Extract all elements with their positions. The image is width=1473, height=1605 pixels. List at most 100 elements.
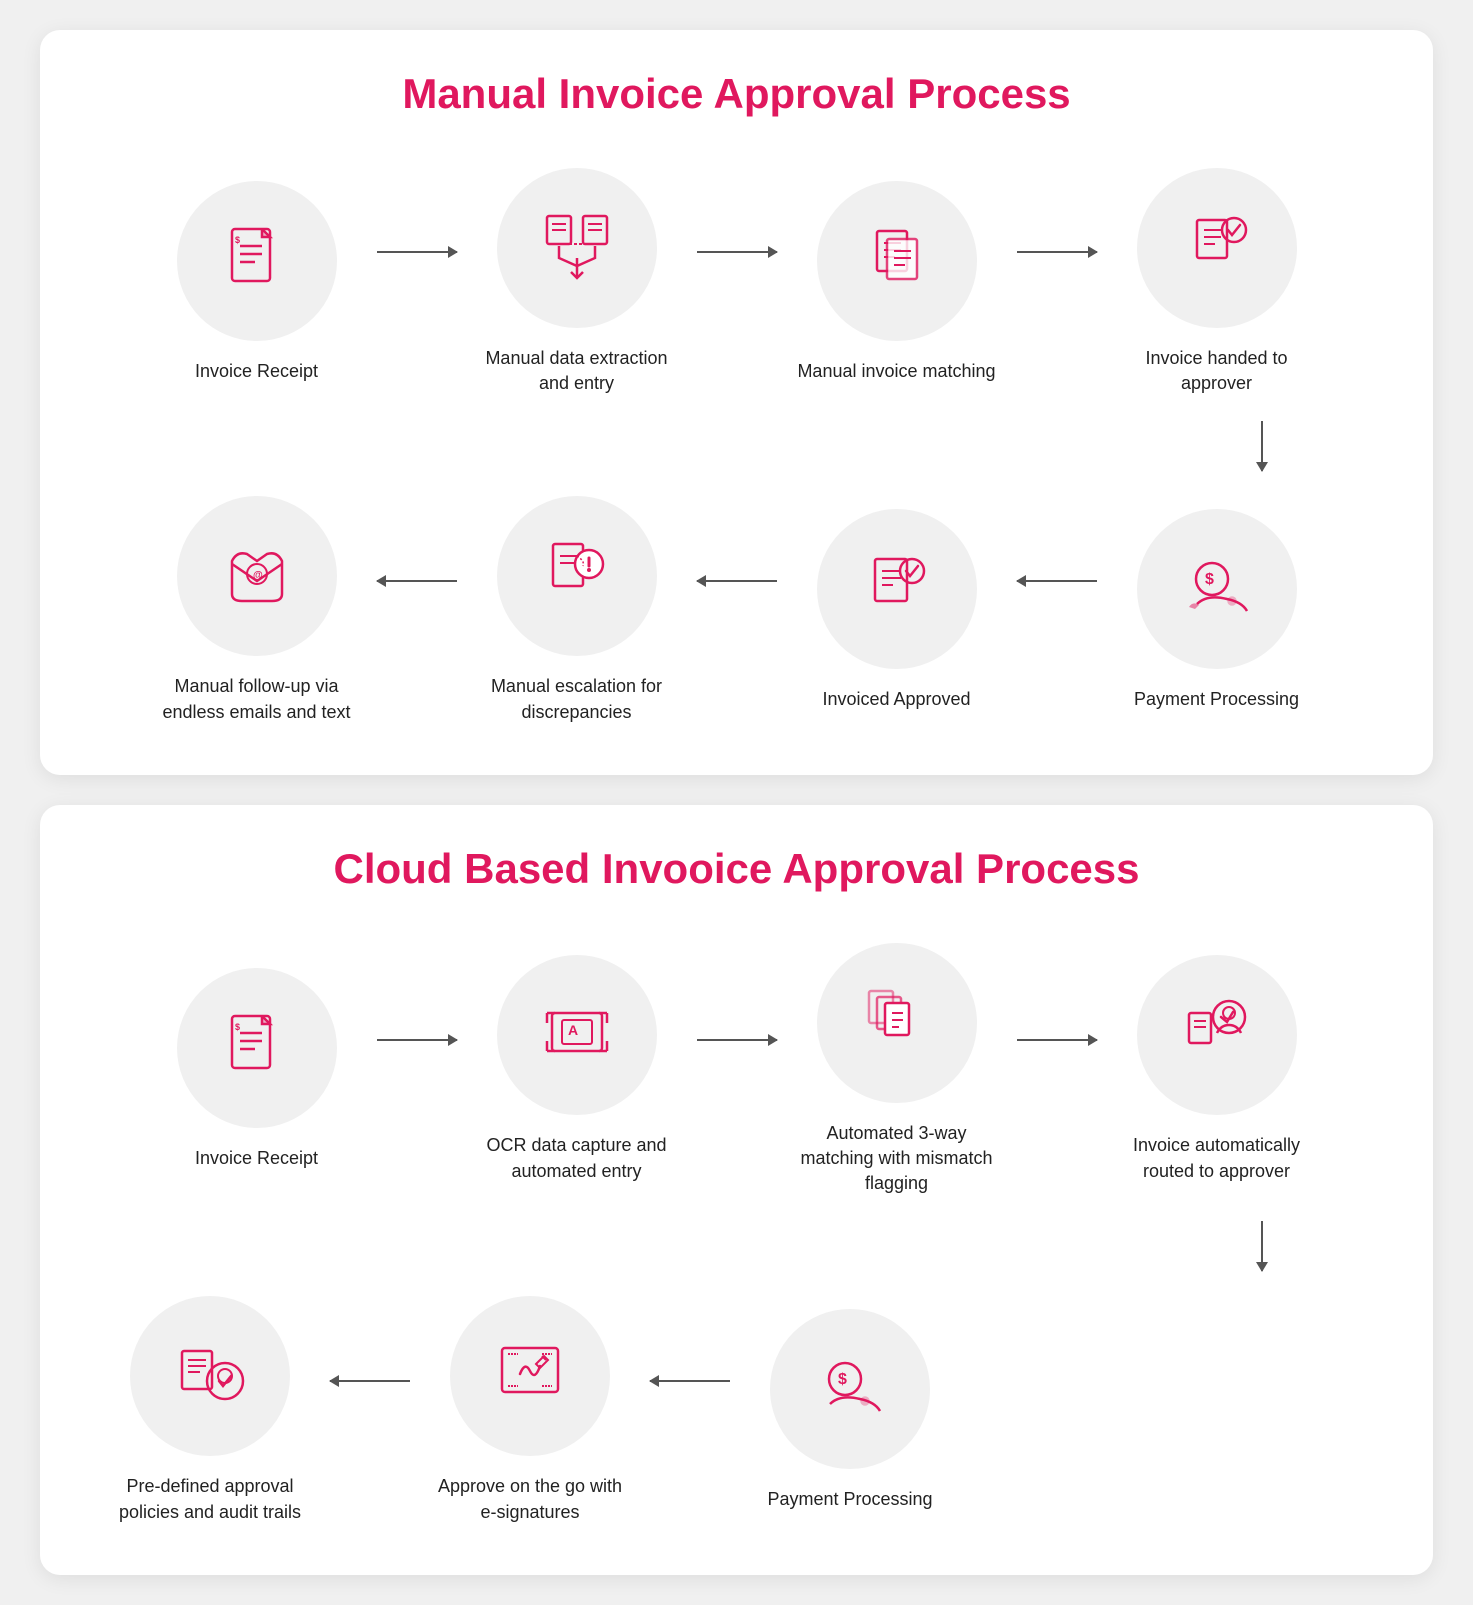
cloud-payment-icon: $ (810, 1349, 890, 1429)
cloud-arrow-v-line (1261, 1221, 1263, 1271)
cloud-arrow-3 (1017, 1039, 1097, 1101)
arrow-v-1 (1261, 421, 1263, 471)
auto-routed-icon-circle (1137, 955, 1297, 1115)
manual-invoice-matching-label: Manual invoice matching (797, 359, 995, 384)
approve-on-go: Approve on the go with e-signatures (420, 1296, 640, 1524)
manual-followup: @ Manual follow-up via endless emails an… (147, 496, 367, 724)
invoice-handed-label: Invoice handed to approver (1117, 346, 1317, 396)
arrow-line-3 (1017, 251, 1097, 253)
auto-matching-label: Automated 3-way matching with mismatch f… (797, 1121, 997, 1197)
cloud-row-1: $ Invoice Receipt (100, 943, 1373, 1197)
cloud-payment-label: Payment Processing (767, 1487, 932, 1512)
automated-matching: Automated 3-way matching with mismatch f… (787, 943, 1007, 1197)
cloud-invoice-receipt-label: Invoice Receipt (195, 1146, 318, 1171)
approved-icon-circle (817, 509, 977, 669)
cloud-arrow-4 (650, 1380, 730, 1442)
email-icon: @ (217, 536, 297, 616)
manual-row-2: $ Payment Processing (100, 496, 1373, 724)
arrow-line-6 (377, 580, 457, 582)
manual-section: Manual Invoice Approval Process $ (40, 30, 1433, 775)
arrow-1 (377, 251, 457, 313)
arrow-2 (697, 251, 777, 313)
auto-matching-icon (857, 983, 937, 1063)
invoice-matching-icon (857, 221, 937, 301)
cloud-arrow-line-3 (1017, 1039, 1097, 1041)
arrow-line-1 (377, 251, 457, 253)
cloud-section-title: Cloud Based Invooice Approval Process (100, 845, 1373, 893)
approve-on-go-label: Approve on the go with e-signatures (430, 1474, 630, 1524)
cloud-flow-grid: $ Invoice Receipt (100, 943, 1373, 1525)
manual-escalation-label: Manual escalation for discrepancies (477, 674, 677, 724)
escalation-icon-circle (497, 496, 657, 656)
audit-icon (170, 1336, 250, 1416)
invoice-receipt-icon-circle: $ (177, 181, 337, 341)
manual-data-extraction-label: Manual data extraction and entry (477, 346, 677, 396)
cloud-payment-icon-circle: $ (770, 1309, 930, 1469)
data-extraction-icon-circle (497, 168, 657, 328)
cloud-arrow-2 (697, 1039, 777, 1101)
cloud-arrow-line-1 (377, 1039, 457, 1041)
manual-followup-label: Manual follow-up via endless emails and … (157, 674, 357, 724)
cloud-arrow-line-2 (697, 1039, 777, 1041)
ocr-label: OCR data capture and automated entry (477, 1133, 677, 1183)
svg-text:$: $ (235, 235, 240, 245)
invoice-handed-icon (1177, 208, 1257, 288)
svg-text:A: A (568, 1022, 578, 1038)
auto-routed-icon (1177, 995, 1257, 1075)
cloud-row-2: $ Payment Processing (100, 1296, 1373, 1524)
cloud-arrow-line-4 (650, 1380, 730, 1382)
manual-flow-grid: $ Invoice Receipt (100, 168, 1373, 725)
email-icon-circle: @ (177, 496, 337, 656)
svg-text:@: @ (253, 570, 263, 581)
cloud-arrow-down (100, 1221, 1373, 1271)
approved-icon (857, 549, 937, 629)
invoice-auto-routed: Invoice automatically routed to approver (1107, 955, 1327, 1183)
cloud-arrow-5 (330, 1380, 410, 1442)
page: Manual Invoice Approval Process $ (0, 0, 1473, 1605)
cloud-arrow-v (1261, 1221, 1263, 1271)
ocr-icon-circle: A (497, 955, 657, 1115)
manual-escalation: Manual escalation for discrepancies (467, 496, 687, 724)
payment-icon: $ (1177, 549, 1257, 629)
data-extraction-icon (537, 208, 617, 288)
invoice-handed-icon-circle (1137, 168, 1297, 328)
ocr-icon: A (537, 995, 617, 1075)
arrow-6 (377, 580, 457, 642)
manual-row-1: $ Invoice Receipt (100, 168, 1373, 396)
cloud-payment-processing: $ Payment Processing (740, 1309, 960, 1512)
manual-invoice-matching: Manual invoice matching (787, 181, 1007, 384)
arrow-line-4 (1017, 580, 1097, 582)
esig-icon-circle (450, 1296, 610, 1456)
cloud-invoice-receipt-icon-circle: $ (177, 968, 337, 1128)
invoiced-approved: Invoiced Approved (787, 509, 1007, 712)
svg-text:$: $ (235, 1022, 240, 1032)
auto-matching-icon-circle (817, 943, 977, 1103)
auto-routed-label: Invoice automatically routed to approver (1117, 1133, 1317, 1183)
cloud-arrow-1 (377, 1039, 457, 1101)
arrow-3 (1017, 251, 1097, 313)
invoice-handed-approver: Invoice handed to approver (1107, 168, 1327, 396)
invoice-icon: $ (217, 221, 297, 301)
arrow-down-1 (100, 421, 1373, 471)
arrow-line-5 (697, 580, 777, 582)
manual-section-title: Manual Invoice Approval Process (100, 70, 1373, 118)
invoice-matching-icon-circle (817, 181, 977, 341)
predefined-approval: Pre-defined approval policies and audit … (100, 1296, 320, 1524)
cloud-invoice-receipt: $ Invoice Receipt (147, 968, 367, 1171)
arrow-4 (1017, 580, 1097, 642)
manual-invoice-receipt: $ Invoice Receipt (147, 181, 367, 384)
svg-text:$: $ (838, 1371, 847, 1388)
esig-icon (490, 1336, 570, 1416)
manual-invoice-receipt-label: Invoice Receipt (195, 359, 318, 384)
ocr-data-capture: A OCR data capture and automated entry (467, 955, 687, 1183)
arrow-v-line-1 (1261, 421, 1263, 471)
arrow-line-2 (697, 251, 777, 253)
manual-payment-processing: $ Payment Processing (1107, 509, 1327, 712)
manual-data-extraction: Manual data extraction and entry (467, 168, 687, 396)
audit-icon-circle (130, 1296, 290, 1456)
predefined-approval-label: Pre-defined approval policies and audit … (110, 1474, 310, 1524)
cloud-arrow-line-5 (330, 1380, 410, 1382)
arrow-5 (697, 580, 777, 642)
escalation-icon (537, 536, 617, 616)
invoiced-approved-label: Invoiced Approved (822, 687, 970, 712)
